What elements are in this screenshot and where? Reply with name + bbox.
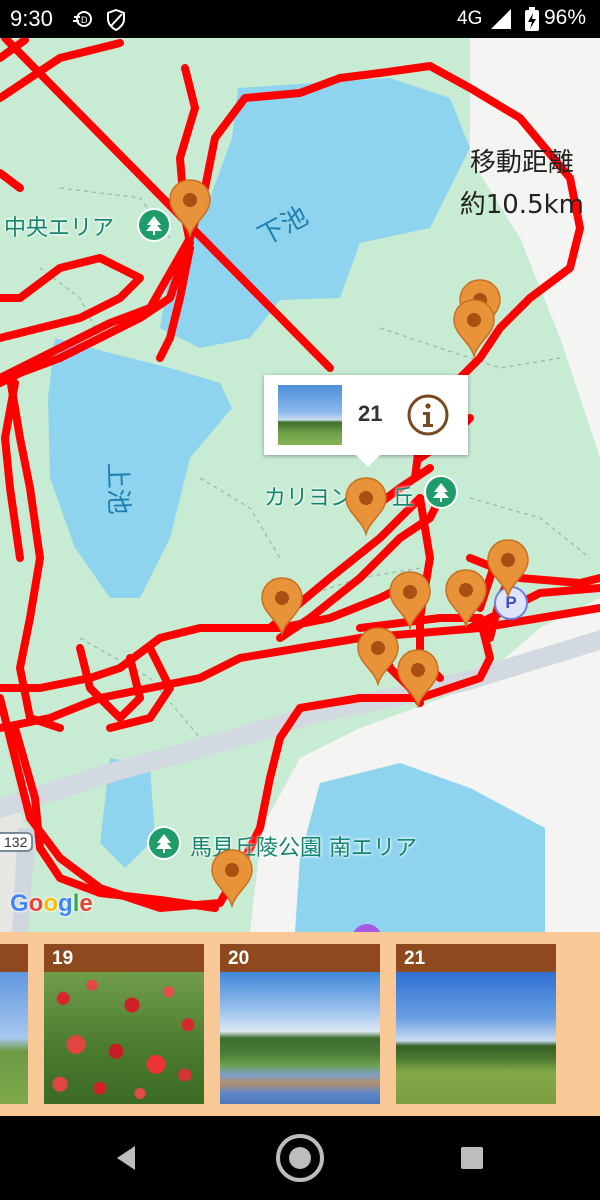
photo-number: 19 bbox=[44, 944, 204, 972]
svg-text:D: D bbox=[81, 15, 88, 25]
distance-title: 移動距離 bbox=[469, 148, 574, 178]
home-icon bbox=[276, 1134, 324, 1182]
marker-info-window[interactable]: 21 bbox=[264, 375, 468, 467]
google-logo-letter: G bbox=[10, 890, 29, 917]
data-saver-icon: D bbox=[73, 11, 92, 27]
photo-card[interactable]: 19 bbox=[44, 944, 204, 1104]
shield-icon bbox=[107, 9, 125, 31]
google-logo: Google bbox=[10, 890, 93, 918]
photo-marker-icon[interactable] bbox=[344, 476, 388, 536]
photo-marker-icon[interactable] bbox=[388, 570, 432, 630]
photo-number: 20 bbox=[220, 944, 380, 972]
photo-image bbox=[220, 972, 380, 1104]
distance-display: 移動距離 約10.5km bbox=[460, 142, 584, 226]
photo-marker-icon[interactable] bbox=[444, 568, 488, 628]
photo-marker-icon[interactable] bbox=[260, 576, 304, 636]
recents-icon bbox=[461, 1147, 483, 1169]
google-logo-letter: g bbox=[58, 890, 73, 917]
photo-image bbox=[0, 972, 28, 1104]
photo-image bbox=[396, 972, 556, 1104]
park-tree-icon bbox=[137, 208, 171, 242]
photo-marker-icon[interactable] bbox=[168, 178, 212, 238]
photo-number: 21 bbox=[396, 944, 556, 972]
photo-marker-icon[interactable] bbox=[210, 848, 254, 908]
photo-strip[interactable]: 19 20 21 bbox=[0, 932, 600, 1116]
central-area-label: 中央エリア bbox=[4, 216, 115, 241]
info-photo-number: 21 bbox=[358, 401, 383, 426]
distance-value: 約10.5km bbox=[459, 190, 584, 220]
map-view[interactable]: 下池 上池 中央エリア カリヨン 丘 馬見丘陵公園 南エリア 132 P 移動距… bbox=[0, 38, 600, 932]
info-icon[interactable] bbox=[406, 393, 450, 437]
back-icon bbox=[117, 1146, 135, 1170]
photo-image bbox=[44, 972, 204, 1104]
photo-marker-icon[interactable] bbox=[396, 648, 440, 708]
photo-card[interactable]: 21 bbox=[396, 944, 556, 1104]
back-button[interactable] bbox=[76, 1116, 176, 1200]
battery-charging-icon bbox=[525, 7, 539, 31]
recents-button[interactable] bbox=[422, 1116, 522, 1200]
photo-marker-icon[interactable] bbox=[486, 538, 530, 598]
park-tree-icon bbox=[424, 475, 458, 509]
route-number: 132 bbox=[4, 834, 28, 850]
kariyone-label-end: 丘 bbox=[392, 486, 415, 511]
home-button[interactable] bbox=[250, 1116, 350, 1200]
signal-icon bbox=[491, 9, 511, 29]
system-nav-bar bbox=[0, 1116, 600, 1200]
kami-ike-label: 上池 bbox=[101, 462, 134, 516]
photo-card-header bbox=[0, 944, 28, 972]
park-tree-icon bbox=[147, 826, 181, 860]
route-number-badge: 132 bbox=[0, 832, 34, 852]
photo-marker-icon[interactable] bbox=[452, 298, 496, 358]
photo-card-partial[interactable] bbox=[0, 944, 28, 1104]
info-photo-thumbnail[interactable] bbox=[278, 385, 342, 445]
kariyone-label: カリヨン bbox=[264, 486, 353, 511]
battery-percent: 96% bbox=[544, 6, 587, 29]
network-type: 4G bbox=[457, 8, 483, 29]
status-time: 9:30 bbox=[10, 6, 53, 31]
google-logo-letter: o bbox=[28, 890, 44, 917]
photo-card[interactable]: 20 bbox=[220, 944, 380, 1104]
info-window-tail bbox=[356, 455, 380, 467]
google-logo-letter: e bbox=[79, 890, 93, 917]
photo-marker-icon[interactable] bbox=[356, 626, 400, 686]
google-logo-letter: o bbox=[43, 890, 59, 917]
status-bar: 9:30 D 4G 96% bbox=[0, 0, 600, 38]
